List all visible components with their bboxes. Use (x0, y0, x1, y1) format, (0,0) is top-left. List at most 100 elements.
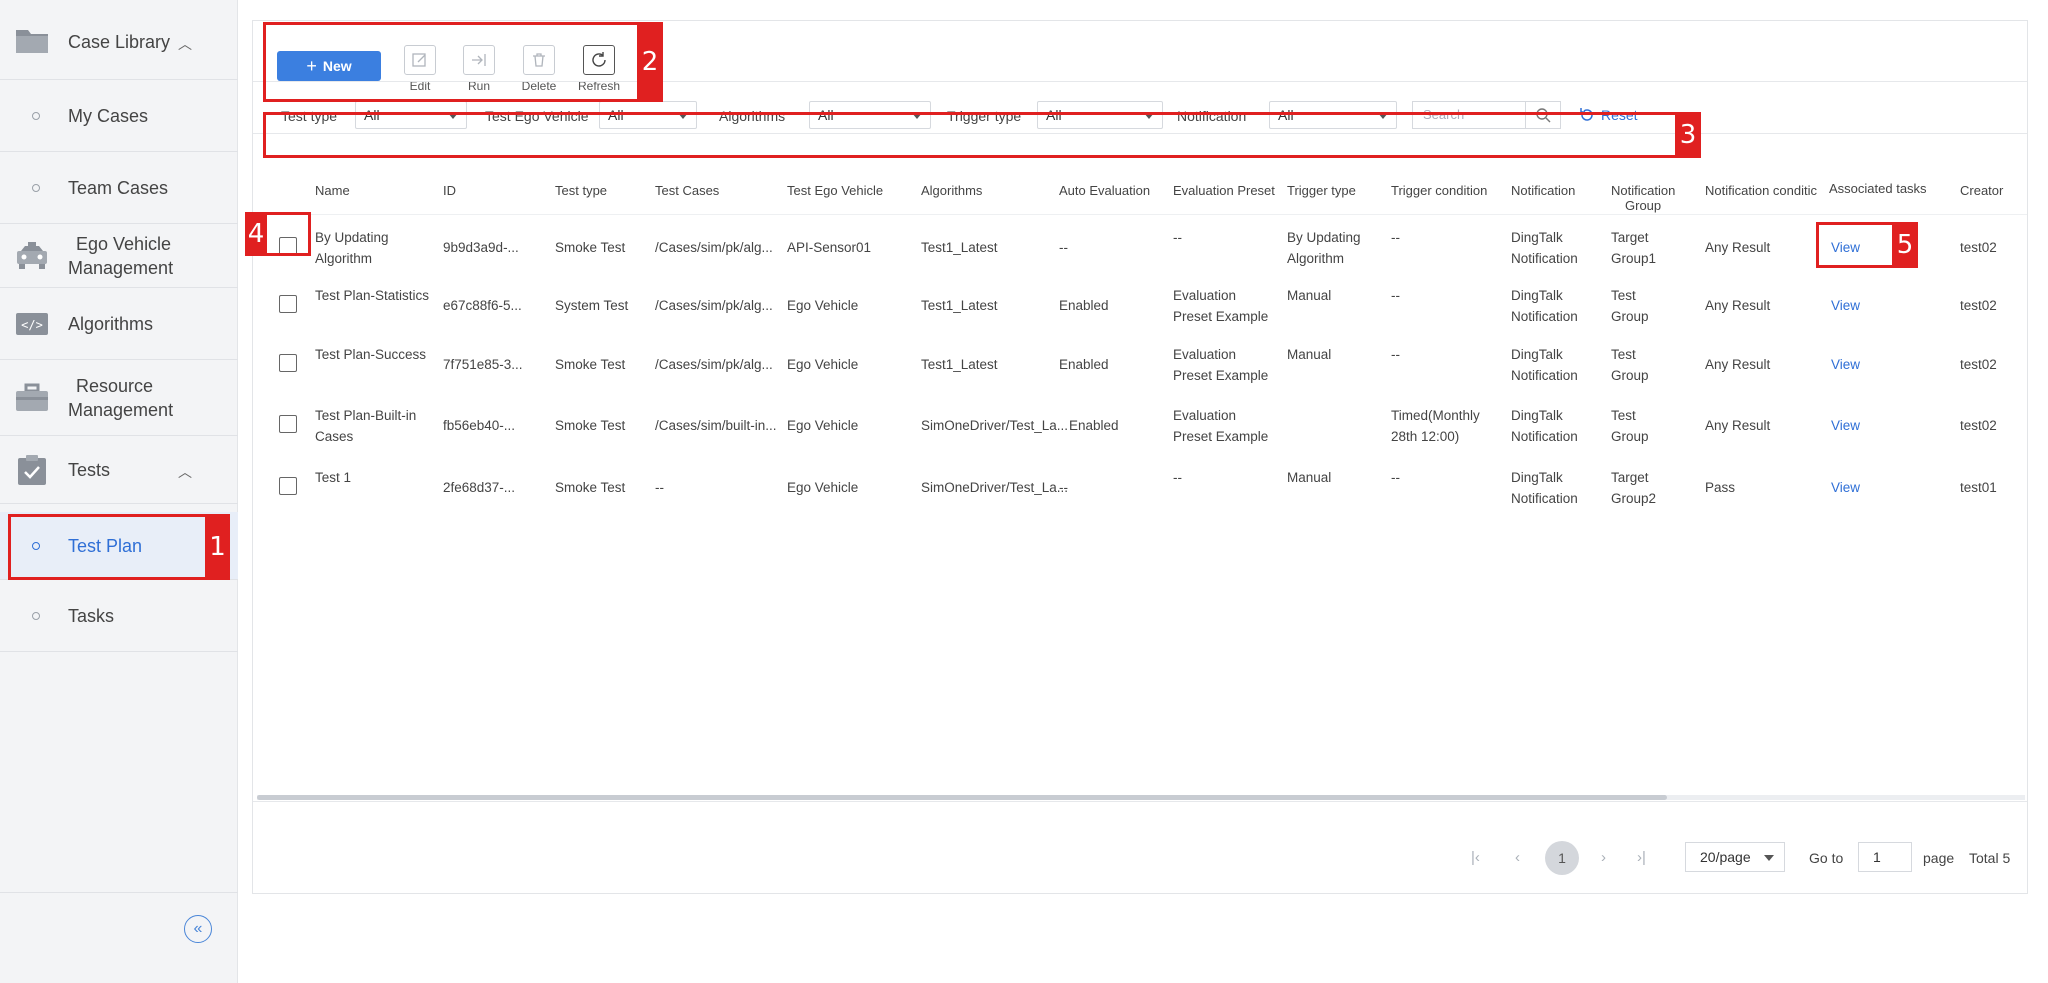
code-icon: </> (14, 306, 50, 342)
cell-name-2: Cases (315, 429, 354, 444)
col-header-notif-cond[interactable]: Notification conditic (1705, 183, 1817, 198)
annotation-tag-3: 3 (1675, 112, 1701, 158)
col-header-auto-eval[interactable]: Auto Evaluation (1059, 183, 1150, 198)
goto-page-input[interactable]: 1 (1858, 842, 1912, 872)
row-checkbox[interactable] (279, 295, 297, 313)
cell-group-1: Target (1611, 470, 1649, 485)
cell-algorithms: Test1_Latest (921, 240, 998, 255)
nav-case-library[interactable]: Case Library ︿ (0, 0, 238, 80)
page-size-value: 20/page (1700, 849, 1751, 865)
page-1-button[interactable]: 1 (1545, 841, 1579, 875)
horizontal-scrollbar-thumb[interactable] (257, 795, 1667, 800)
col-header-notification[interactable]: Notification (1511, 183, 1575, 198)
cell-test-type: Smoke Test (555, 418, 626, 433)
cell-notif-cond: Any Result (1705, 240, 1771, 255)
view-link[interactable]: View (1831, 415, 1860, 436)
col-header-name[interactable]: Name (315, 183, 350, 198)
cell-algorithms: SimOneDriver/Test_La... (921, 418, 1069, 433)
cell-id: fb56eb40-... (443, 418, 516, 433)
cell-eval-1: Evaluation (1173, 347, 1237, 362)
row-checkbox[interactable] (279, 354, 297, 372)
prev-page-icon[interactable]: ‹ (1515, 848, 1520, 868)
cell-test-type: Smoke Test (555, 240, 626, 255)
col-header-creator[interactable]: Creator (1960, 183, 2003, 198)
cell-eval-2: Preset Example (1173, 368, 1269, 383)
cell-group-1: Target (1611, 230, 1649, 245)
cell-creator: test02 (1960, 298, 1997, 313)
nav-label-ego-line2: Management (68, 258, 174, 278)
cell-notif-1: DingTalk (1511, 230, 1563, 245)
next-page-icon[interactable]: › (1601, 848, 1606, 868)
cell-notif-cond: Pass (1705, 480, 1736, 495)
cell-eval-1: -- (1173, 230, 1182, 245)
cell-notif-2: Notification (1511, 368, 1578, 383)
cell-cond-1: -- (1391, 230, 1400, 245)
cell-eval-1: -- (1173, 470, 1182, 485)
cell-name-1: Test Plan-Built-in (315, 408, 417, 423)
cell-trigger-1: Manual (1287, 470, 1332, 485)
col-header-trigger-type[interactable]: Trigger type (1287, 183, 1356, 198)
col-header-trigger-cond[interactable]: Trigger condition (1391, 183, 1487, 198)
col-header-test-type[interactable]: Test type (555, 183, 607, 198)
col-header-test-cases[interactable]: Test Cases (655, 183, 719, 198)
chevron-up-icon[interactable]: ︿ (178, 34, 192, 54)
view-link[interactable]: View (1831, 295, 1860, 316)
cell-test-cases: /Cases/sim/pk/alg... (655, 357, 773, 372)
cell-auto-eval: -- (1059, 480, 1068, 495)
nav-algorithms[interactable]: </> Algorithms (0, 288, 238, 360)
chevron-up-icon[interactable]: ︿ (178, 462, 192, 482)
nav-tasks[interactable]: Tasks (0, 580, 238, 652)
nav-team-cases[interactable]: Team Cases (0, 152, 238, 224)
page-size-select[interactable]: 20/page (1685, 842, 1785, 872)
cell-name-1: Test Plan-Statistics (315, 288, 430, 303)
nav-resource-management[interactable]: Resource Management (0, 360, 238, 436)
first-page-icon[interactable]: |‹ (1471, 848, 1480, 868)
cell-group-1: Test (1611, 408, 1636, 423)
cell-algorithms: Test1_Latest (921, 298, 998, 313)
cell-notif-2: Notification (1511, 251, 1578, 266)
row-checkbox[interactable] (279, 477, 297, 495)
caret-down-icon (1764, 855, 1774, 861)
cell-ego: Ego Vehicle (787, 480, 859, 495)
cell-group-2: Group1 (1611, 251, 1657, 266)
col-header-assoc[interactable]: Associated tasks (1829, 181, 1927, 196)
toolbox-icon (14, 380, 50, 416)
cell-group-1: Test (1611, 288, 1636, 303)
annotation-tag-1: 1 (205, 514, 230, 580)
cell-name-1: Test Plan-Success (315, 347, 427, 362)
view-link[interactable]: View (1831, 477, 1860, 498)
annotation-tag-5: 5 (1892, 222, 1918, 268)
last-page-icon[interactable]: ›| (1637, 848, 1646, 868)
cell-creator: test02 (1960, 357, 1997, 372)
cell-cond-2: 28th 12:00) (1391, 429, 1460, 444)
cell-name-1: Test 1 (315, 470, 352, 485)
nav-label-tests: Tests (68, 460, 111, 480)
cell-notif-1: DingTalk (1511, 470, 1563, 485)
nav-ego-vehicle[interactable]: Ego Vehicle Management (0, 224, 238, 288)
cell-notif-2: Notification (1511, 429, 1578, 444)
clipboard-check-icon (14, 452, 50, 488)
col-header-ego[interactable]: Test Ego Vehicle (787, 183, 883, 198)
bullet-icon (32, 184, 40, 192)
cell-creator: test02 (1960, 240, 1997, 255)
cell-eval-2: Preset Example (1173, 309, 1269, 324)
nav-label-ego-line1: Ego Vehicle (76, 234, 172, 254)
nav-my-cases[interactable]: My Cases (0, 80, 238, 152)
cell-creator: test01 (1960, 480, 1997, 495)
cell-eval-1: Evaluation (1173, 408, 1237, 423)
cell-group-2: Group2 (1611, 491, 1657, 506)
nav-tests[interactable]: Tests ︿ (0, 436, 238, 504)
col-header-eval-preset[interactable]: Evaluation Preset (1173, 183, 1275, 198)
cell-ego: API-Sensor01 (787, 240, 872, 255)
cell-notif-1: DingTalk (1511, 288, 1563, 303)
row-checkbox[interactable] (279, 415, 297, 433)
annotation-tag-4: 4 (245, 212, 267, 256)
annotation-box-2 (263, 22, 663, 102)
cell-test-type: System Test (555, 298, 629, 313)
col-header-notif-group-1[interactable]: Notification (1611, 183, 1675, 198)
view-link[interactable]: View (1831, 354, 1860, 375)
collapse-sidebar-icon[interactable]: « (184, 915, 212, 943)
col-header-algorithms[interactable]: Algorithms (921, 183, 982, 198)
col-header-id[interactable]: ID (443, 183, 456, 198)
cell-ego: Ego Vehicle (787, 298, 859, 313)
